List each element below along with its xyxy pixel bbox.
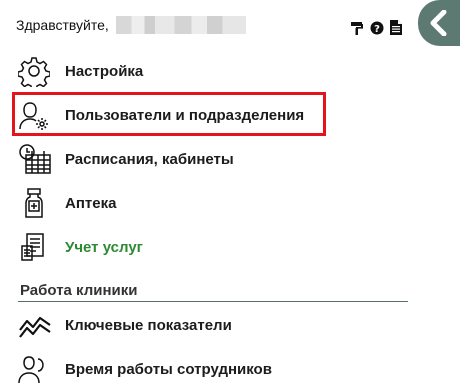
calendar-clock-icon — [18, 142, 54, 176]
trend-line-icon — [18, 308, 54, 342]
help-circle-icon[interactable]: ? — [370, 21, 384, 40]
user-name-redacted — [116, 16, 246, 34]
menu-item-label: Время работы сотрудников — [65, 360, 272, 378]
menu-item-label: Ключевые показатели — [65, 316, 232, 334]
receipt-icon — [18, 230, 54, 264]
svg-text:?: ? — [374, 24, 380, 35]
menu-item-schedules[interactable]: Расписания, кабинеты — [18, 140, 348, 178]
section-divider — [18, 301, 408, 302]
header-icons: ? — [350, 20, 402, 40]
menu-item-key-indicators[interactable]: Ключевые показатели — [18, 306, 348, 344]
menu-item-label: Расписания, кабинеты — [65, 150, 234, 168]
header: Здравствуйте, ? — [16, 14, 408, 38]
document-icon[interactable] — [390, 20, 402, 40]
menu-item-label: Настройка — [65, 62, 144, 80]
medicine-bottle-icon — [18, 186, 54, 220]
paint-roller-icon[interactable] — [350, 21, 364, 40]
highlight-box — [12, 92, 326, 136]
menu-item-settings[interactable]: Настройка — [18, 52, 348, 90]
gear-icon — [18, 54, 54, 88]
users-icon — [18, 352, 54, 386]
collapse-sidebar-button[interactable] — [418, 0, 460, 46]
menu-item-services-accounting[interactable]: Учет услуг — [18, 228, 348, 266]
section-title: Работа клиники — [20, 282, 138, 299]
menu-item-pharmacy[interactable]: Аптека — [18, 184, 348, 222]
menu-item-label: Аптека — [65, 194, 117, 212]
greeting-text: Здравствуйте, — [16, 17, 109, 33]
menu-item-staff-working-time[interactable]: Время работы сотрудников — [18, 350, 348, 388]
menu-item-label: Учет услуг — [65, 238, 143, 256]
